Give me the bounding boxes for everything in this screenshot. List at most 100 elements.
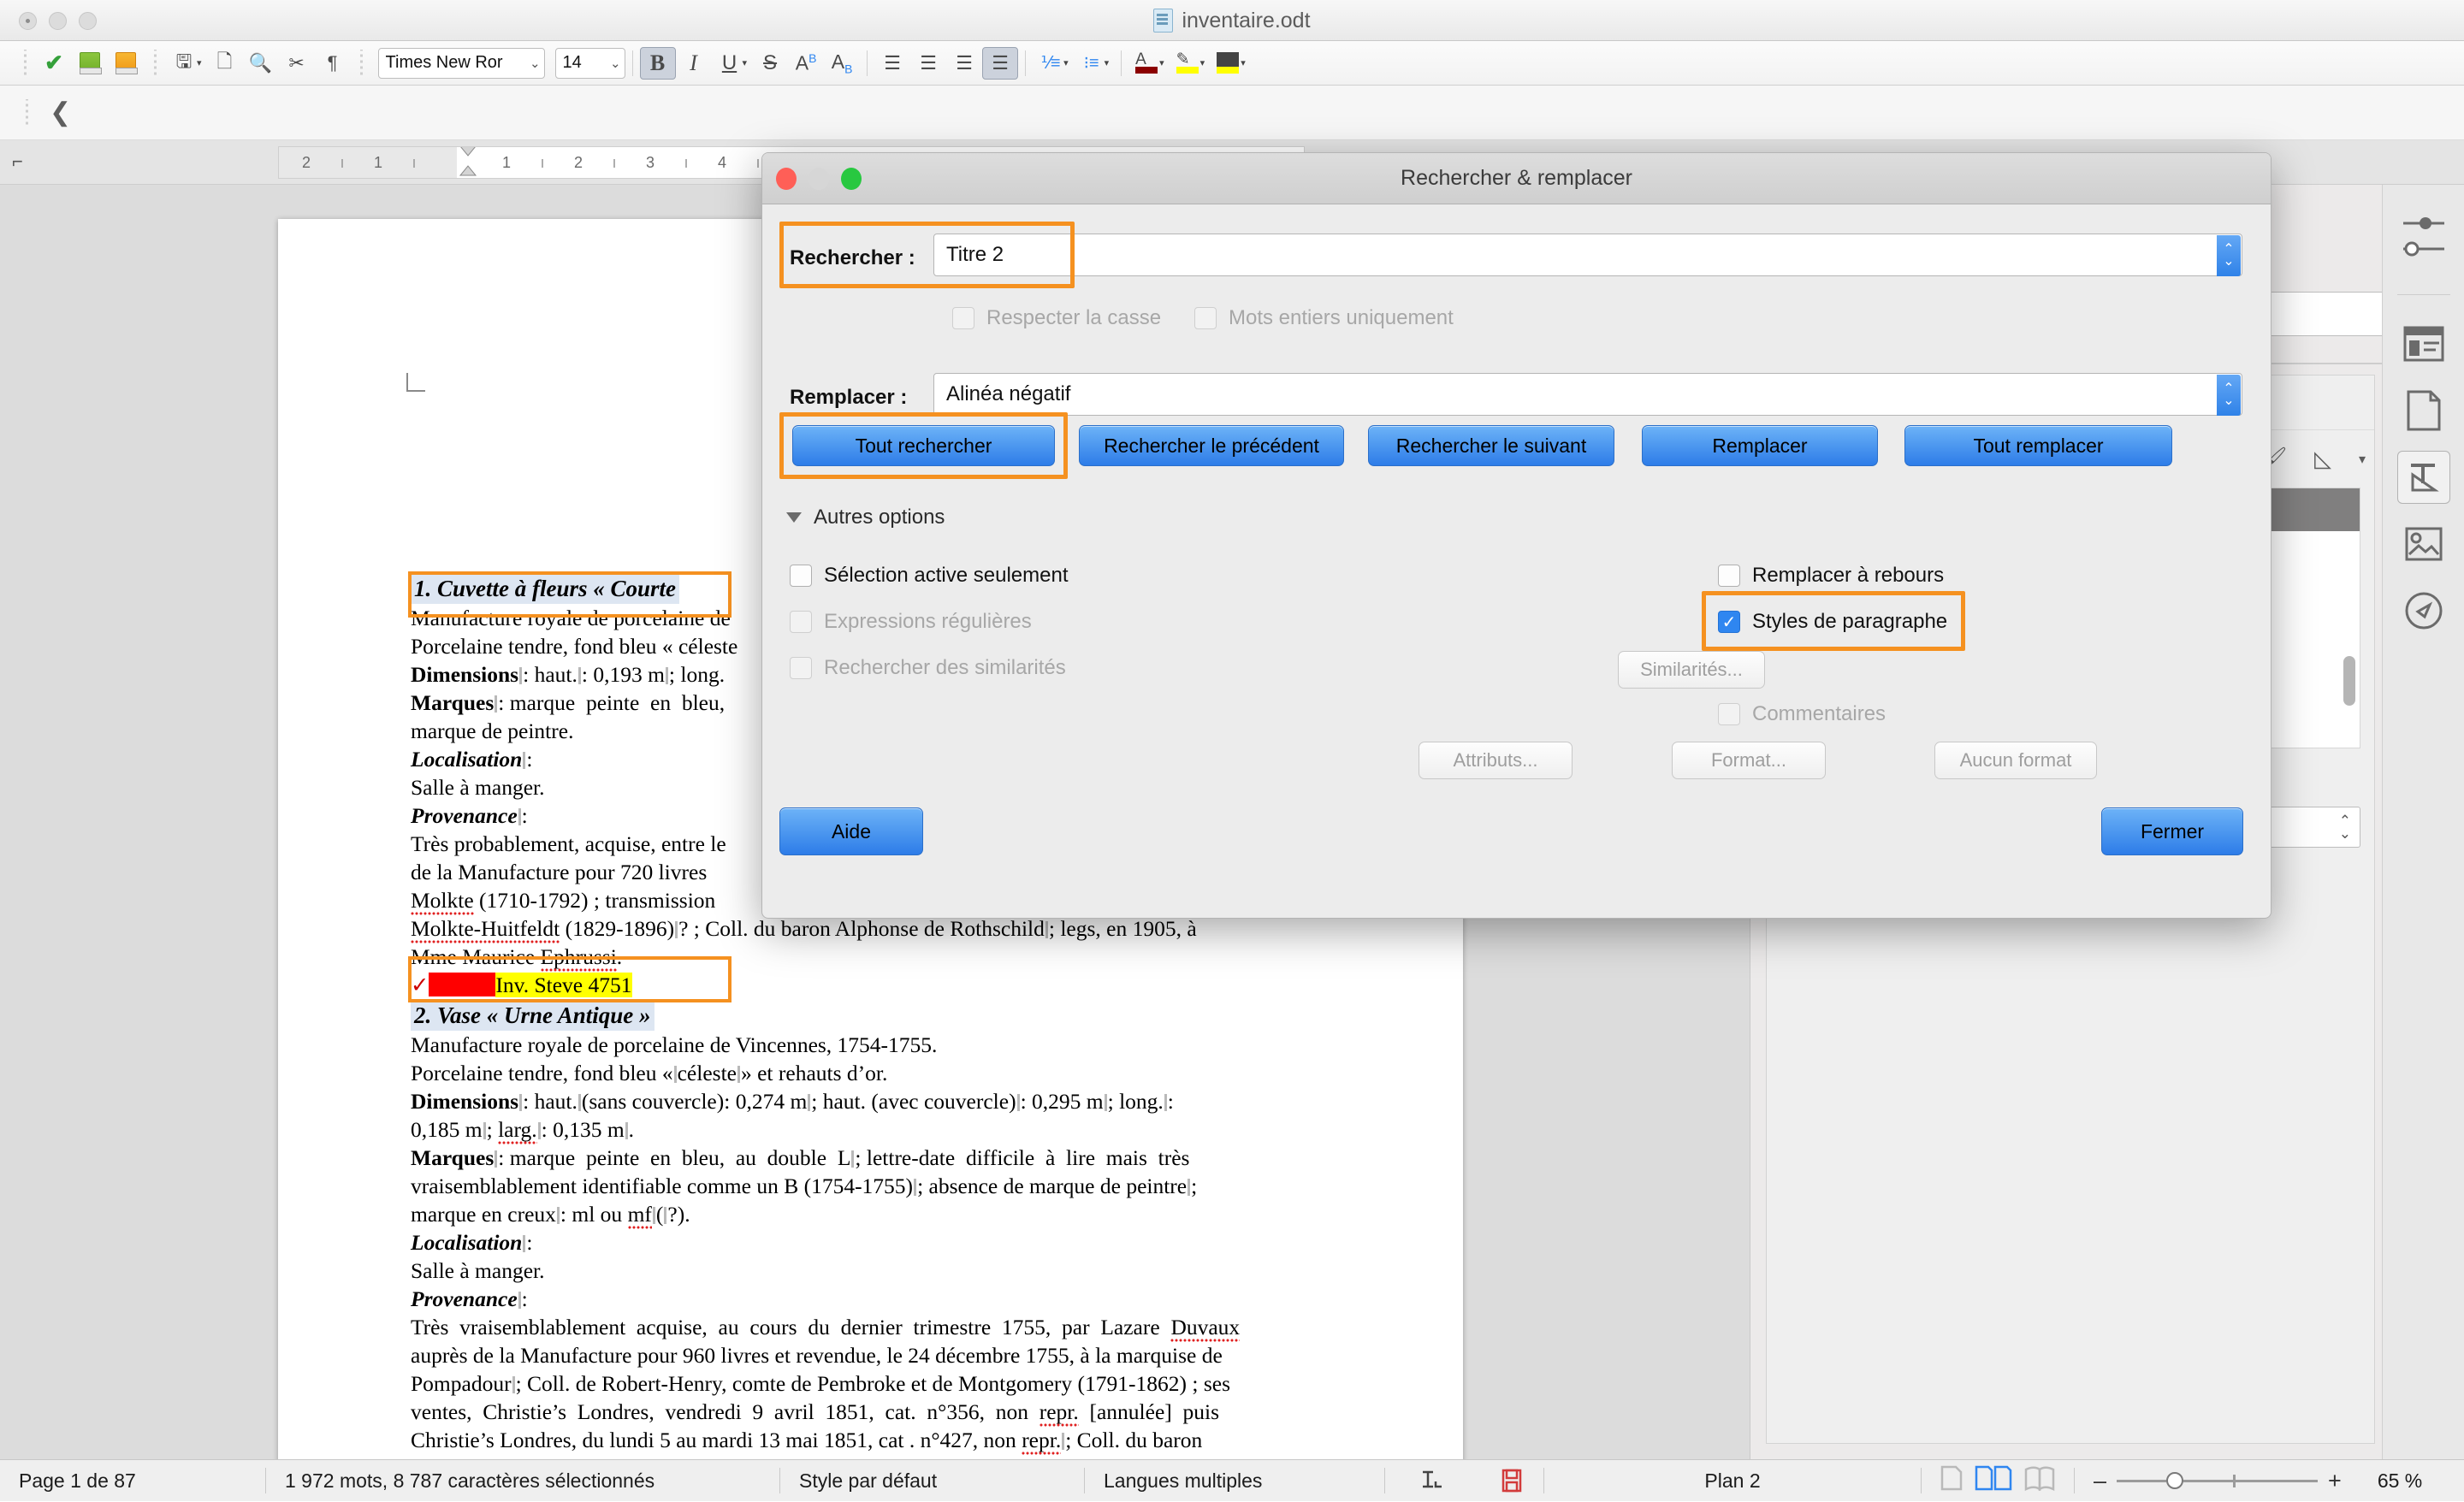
selection-only-checkbox[interactable] xyxy=(790,565,812,587)
find-replace-dialog[interactable]: Rechercher & remplacer Rechercher : Titr… xyxy=(761,152,2272,919)
check-icon[interactable]: ✔ xyxy=(36,47,72,80)
close-button[interactable]: Fermer xyxy=(2101,807,2243,855)
toolbar-grip-2[interactable] xyxy=(152,49,157,77)
similarity-search-checkbox[interactable] xyxy=(790,657,812,679)
other-options-toggle[interactable]: Autres options xyxy=(786,506,945,529)
zoom-slider[interactable]: – + xyxy=(2075,1460,2360,1502)
chevron-down-icon-size[interactable]: ⌄ xyxy=(610,56,621,71)
formatting-toolbar[interactable]: ✔ 🖫 ▾ 🗋 🔍 ✂ ¶ Times New Ror ⌄ 14 ⌄ B I U… xyxy=(0,41,2464,86)
search-history-dropdown-icon[interactable]: ⌃ ⌄ xyxy=(2217,235,2241,276)
bold-icon[interactable]: B xyxy=(639,46,676,80)
zoom-track-mid[interactable] xyxy=(2183,1479,2234,1482)
navigator-icon[interactable] xyxy=(2383,577,2464,644)
whole-words-checkbox[interactable] xyxy=(1194,307,1217,329)
secondary-toolbar[interactable]: ❮ xyxy=(0,86,2464,140)
regex-row[interactable]: Expressions régulières xyxy=(790,610,1032,634)
gallery-icon[interactable] xyxy=(2383,511,2464,577)
formatting-marks-icon[interactable]: ¶ xyxy=(315,47,351,80)
back-navigation-icon[interactable]: ❮ xyxy=(50,98,71,127)
format-button[interactable]: Format... xyxy=(1672,742,1826,779)
toolbar-grip[interactable] xyxy=(22,49,27,77)
styles-icon[interactable] xyxy=(2383,444,2464,511)
replace-backwards-checkbox[interactable] xyxy=(1718,565,1740,587)
selection-mode-icon[interactable] xyxy=(1385,1460,1479,1502)
find-all-button[interactable]: Tout rechercher xyxy=(792,425,1055,466)
help-button[interactable]: Aide xyxy=(779,807,923,855)
find-next-button[interactable]: Rechercher le suivant xyxy=(1368,425,1614,466)
single-page-icon[interactable] xyxy=(1940,1465,1963,1496)
book-view-icon[interactable] xyxy=(2024,1465,2055,1496)
indent-marker-icon[interactable] xyxy=(457,147,479,178)
toolbar-grip-3[interactable] xyxy=(358,49,364,77)
new-style-icon[interactable]: ◺ xyxy=(2301,437,2345,482)
comments-checkbox[interactable] xyxy=(1718,703,1740,725)
unsaved-changes-icon[interactable] xyxy=(1479,1460,1543,1502)
unordered-list-icon[interactable]: ⁝≡ xyxy=(1074,47,1110,80)
chevron-updown-icon-filter[interactable]: ⌃ ⌄ xyxy=(2339,813,2351,841)
justify-icon[interactable]: ☰ xyxy=(982,46,1019,80)
superscript-icon[interactable]: AB xyxy=(788,47,824,80)
ordered-list-icon[interactable]: ⅟≡ xyxy=(1033,47,1069,80)
replace-all-button[interactable]: Tout remplacer xyxy=(1904,425,2172,466)
dialog-minimize-icon[interactable] xyxy=(808,168,829,190)
chevron-down-icon[interactable]: ⌄ xyxy=(526,56,541,71)
find-previous-button[interactable]: Rechercher le précédent xyxy=(1079,425,1344,466)
zoom-in-button[interactable]: + xyxy=(2318,1468,2342,1494)
dialog-window-controls[interactable] xyxy=(776,168,862,190)
similarity-search-row[interactable]: Rechercher des similarités xyxy=(790,656,1066,680)
properties-icon[interactable] xyxy=(2383,310,2464,377)
replace-button[interactable]: Remplacer xyxy=(1642,425,1878,466)
zoom-handle[interactable] xyxy=(2166,1472,2184,1489)
multi-page-icon[interactable] xyxy=(1975,1465,2012,1496)
subscript-icon[interactable]: AB xyxy=(824,47,860,80)
zoom-out-button[interactable]: – xyxy=(2094,1468,2117,1494)
orange-square-icon[interactable] xyxy=(108,47,144,80)
zoom-track-left[interactable] xyxy=(2117,1479,2167,1482)
strikethrough-icon[interactable]: S xyxy=(752,47,788,80)
sidebar-deck[interactable] xyxy=(2382,185,2464,1459)
view-layout-buttons[interactable] xyxy=(1922,1460,2074,1502)
background-color-icon[interactable] xyxy=(1210,47,1246,80)
align-center-icon[interactable]: ☰ xyxy=(910,47,946,80)
align-right-icon[interactable]: ☰ xyxy=(946,47,982,80)
print-preview-icon[interactable]: 🔍 xyxy=(243,47,279,80)
replace-input[interactable]: Alinéa négatif ⌃ ⌄ xyxy=(933,373,2242,416)
no-format-button[interactable]: Aucun format xyxy=(1934,742,2097,779)
status-bar[interactable]: Page 1 de 87 1 972 mots, 8 787 caractère… xyxy=(0,1459,2464,1501)
dialog-close-icon[interactable] xyxy=(776,168,797,190)
similarities-button[interactable]: Similarités... xyxy=(1618,651,1765,689)
zoom-track-right[interactable] xyxy=(2236,1479,2319,1482)
styles-list-scrollbar[interactable] xyxy=(2343,656,2355,706)
font-name-input[interactable]: Times New Ror ⌄ xyxy=(377,47,545,79)
font-color-icon[interactable]: A xyxy=(1128,47,1164,80)
replace-history-dropdown-icon[interactable]: ⌃ ⌄ xyxy=(2217,375,2241,416)
replace-backwards-row[interactable]: Remplacer à rebours xyxy=(1718,564,1944,588)
tab-stop-selector-icon[interactable]: ⌐ xyxy=(12,151,23,173)
export-pdf-icon[interactable]: 🗋 xyxy=(207,47,243,80)
underline-icon[interactable]: U xyxy=(712,47,748,80)
page-icon[interactable] xyxy=(2383,377,2464,444)
chevron-down-icon-styles[interactable]: ▾ xyxy=(2350,437,2374,482)
align-left-icon[interactable]: ☰ xyxy=(874,47,910,80)
selection-only-row[interactable]: Sélection active seulement xyxy=(790,564,1069,588)
green-square-icon[interactable] xyxy=(72,47,108,80)
paragraph-styles-checkbox[interactable]: ✓ xyxy=(1718,611,1740,633)
paragraph-styles-row[interactable]: ✓ Styles de paragraphe xyxy=(1718,610,1947,634)
sidebar-settings-icon[interactable] xyxy=(2383,185,2464,287)
regex-checkbox[interactable] xyxy=(790,611,812,633)
attributes-button[interactable]: Attributs... xyxy=(1419,742,1573,779)
comments-row[interactable]: Commentaires xyxy=(1718,702,1886,726)
secondary-toolbar-grip[interactable] xyxy=(24,98,29,127)
ruler-dot-b: ı xyxy=(412,153,417,171)
match-case-checkbox[interactable] xyxy=(952,307,974,329)
highlight-icon[interactable]: ✎ xyxy=(1170,47,1205,80)
chevron-down-icon-options[interactable] xyxy=(786,512,802,523)
whole-words-row[interactable]: Mots entiers uniquement xyxy=(1194,306,1454,330)
match-case-row[interactable]: Respecter la casse xyxy=(952,306,1161,330)
font-size-input[interactable]: 14 ⌄ xyxy=(554,47,625,79)
save-icon[interactable]: 🖫 xyxy=(166,47,202,80)
italic-icon[interactable]: I xyxy=(676,47,712,80)
search-input[interactable]: Titre 2 ⌃ ⌄ xyxy=(933,234,2242,276)
dialog-maximize-icon[interactable] xyxy=(841,168,862,190)
cut-icon[interactable]: ✂ xyxy=(279,47,315,80)
